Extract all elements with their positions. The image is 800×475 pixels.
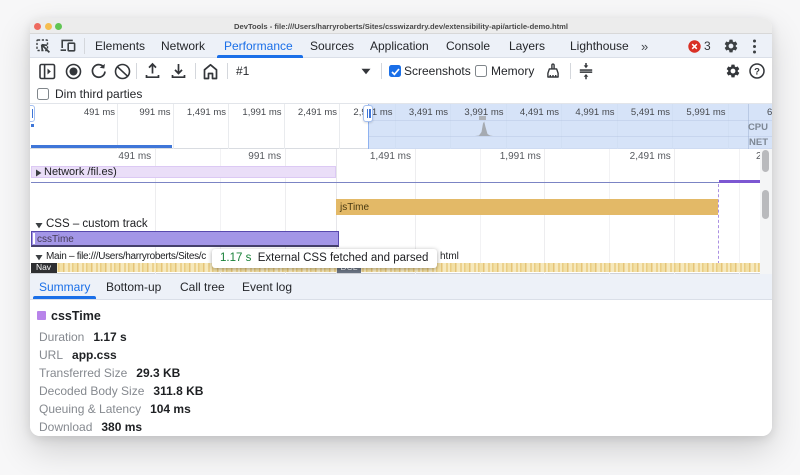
svg-text:?: ? xyxy=(754,66,760,77)
